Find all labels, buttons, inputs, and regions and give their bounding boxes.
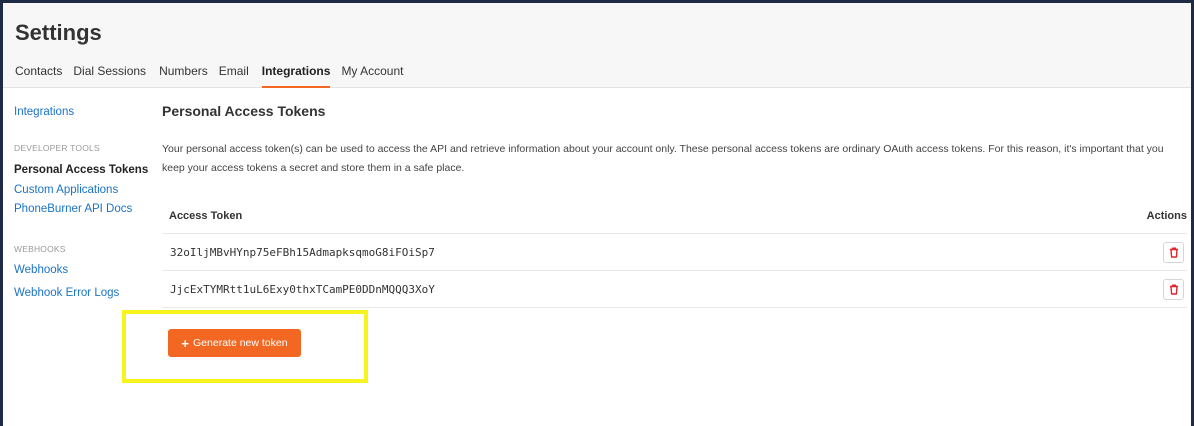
- sidebar-item-custom-applications[interactable]: Custom Applications: [14, 184, 118, 196]
- section-description: Your personal access token(s) can be use…: [162, 143, 1164, 174]
- sidebar-heading-webhooks: WEBHOOKS: [14, 244, 66, 254]
- tab-email[interactable]: Email: [219, 64, 249, 88]
- tab-integrations[interactable]: Integrations: [261, 64, 331, 88]
- delete-token-button[interactable]: [1163, 279, 1184, 300]
- tab-dial-sessions[interactable]: Dial Sessions: [73, 64, 146, 88]
- highlight-box: [122, 310, 368, 383]
- tab-my-account[interactable]: My Account: [341, 64, 403, 88]
- sidebar-item-personal-access-tokens[interactable]: Personal Access Tokens: [14, 164, 148, 176]
- column-header-access-token: Access Token: [169, 210, 243, 222]
- page-title: Settings: [15, 20, 102, 45]
- sidebar-item-integrations[interactable]: Integrations: [14, 106, 74, 118]
- settings-header: Settings Contacts Dial Sessions Numbers …: [3, 3, 1191, 88]
- sidebar-item-webhook-error-logs[interactable]: Webhook Error Logs: [14, 287, 119, 299]
- table-row: 32oIljMBvHYnp75eFBh15AdmapksqmoG8iFOiSp7: [162, 234, 1187, 271]
- trash-icon: [1169, 247, 1178, 258]
- table-row: JjcExTYMRtt1uL6Exy0thxTCamPE0DDnMQQQ3XoY: [162, 271, 1187, 308]
- delete-token-button[interactable]: [1163, 242, 1184, 263]
- tokens-table-header: Access Token Actions: [162, 208, 1187, 234]
- settings-tabs: Contacts Dial Sessions Numbers Email Int…: [15, 64, 414, 88]
- sidebar-heading-developer-tools: DEVELOPER TOOLS: [14, 143, 100, 153]
- access-token-value: 32oIljMBvHYnp75eFBh15AdmapksqmoG8iFOiSp7: [170, 246, 435, 259]
- column-header-actions: Actions: [1146, 210, 1187, 222]
- tab-contacts[interactable]: Contacts: [15, 64, 62, 88]
- trash-icon: [1169, 284, 1178, 295]
- sidebar-item-api-docs[interactable]: PhoneBurner API Docs: [14, 203, 132, 215]
- access-token-value: JjcExTYMRtt1uL6Exy0thxTCamPE0DDnMQQQ3XoY: [170, 283, 435, 296]
- section-title: Personal Access Tokens: [162, 103, 326, 119]
- tab-numbers[interactable]: Numbers: [159, 64, 208, 88]
- sidebar-item-webhooks[interactable]: Webhooks: [14, 264, 68, 276]
